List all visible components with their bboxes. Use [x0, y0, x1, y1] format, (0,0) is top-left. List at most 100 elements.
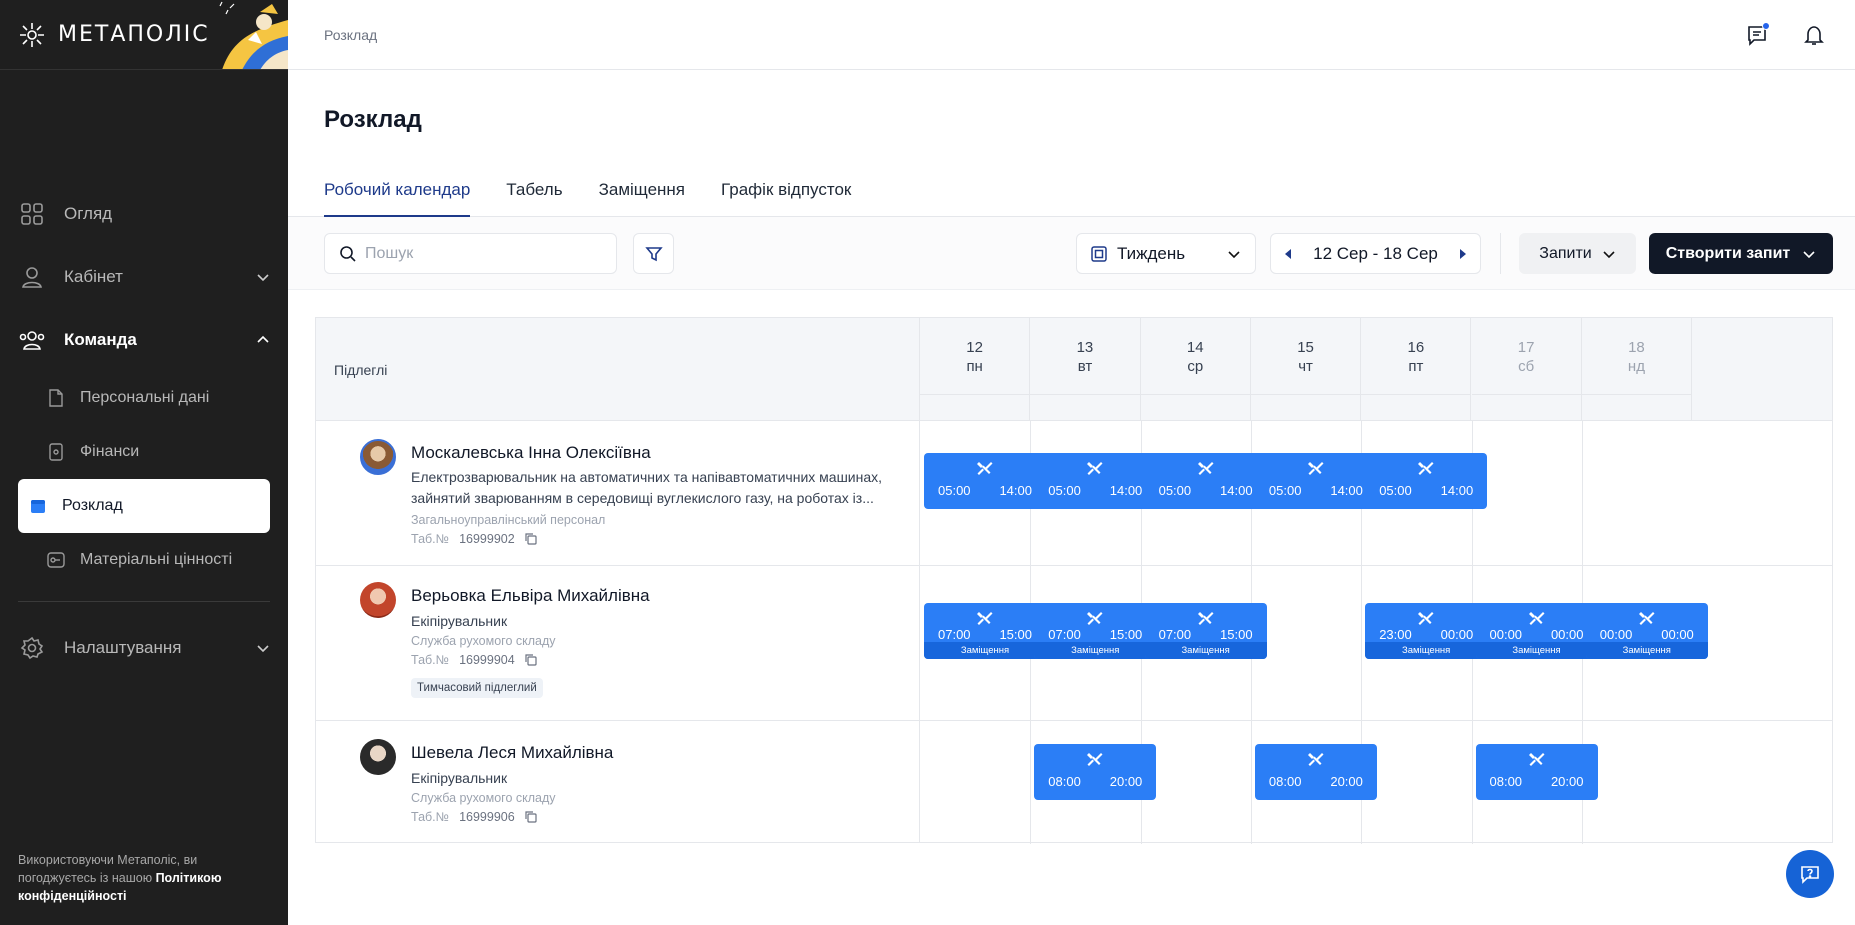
- tab-work-calendar[interactable]: Робочий календар: [324, 170, 471, 217]
- employee-department: Служба рухомого складу: [411, 791, 556, 805]
- employee-role: Екіпірувальник: [411, 770, 508, 786]
- tools-icon: [1365, 461, 1487, 480]
- sidebar-subitem-schedule[interactable]: Розклад: [18, 479, 270, 533]
- week-icon: [1091, 245, 1107, 262]
- wallet-icon: [46, 442, 66, 462]
- day-of-week: нд: [1627, 358, 1645, 375]
- header-strip: [920, 394, 1030, 395]
- copy-icon[interactable]: [525, 811, 537, 823]
- logo-text: МЕТАПОЛІС: [58, 22, 210, 47]
- requests-label: Запити: [1539, 244, 1592, 262]
- period-select[interactable]: Тиждень: [1076, 233, 1256, 274]
- tab-vacation-schedule[interactable]: Графік відпусток: [721, 170, 851, 217]
- sidebar-item-overview[interactable]: Огляд: [0, 182, 288, 245]
- copy-icon[interactable]: [525, 654, 537, 666]
- shift-end: 15:00: [999, 627, 1032, 642]
- filter-button[interactable]: [633, 233, 674, 274]
- tab-substitution[interactable]: Заміщення: [599, 170, 685, 217]
- create-request-label: Створити запит: [1665, 244, 1791, 262]
- day-number: 15: [1297, 339, 1314, 356]
- prev-arrow-icon[interactable]: [1283, 248, 1293, 260]
- substitution-label: Заміщення: [1034, 642, 1157, 659]
- shift-end: 15:00: [1109, 627, 1143, 642]
- shift-start: 08:00: [1489, 774, 1523, 789]
- employee-name[interactable]: Верьовка Ельвіра Михайлівна: [411, 586, 650, 606]
- shift-block[interactable]: 07:00 15:00 Заміщення: [1144, 603, 1267, 659]
- shift-block[interactable]: 05:00 14:00: [1144, 453, 1267, 509]
- shift-block[interactable]: 07:00 15:00 Заміщення: [924, 603, 1046, 659]
- notifications-button[interactable]: [1797, 18, 1831, 52]
- employee-tab-number: Таб.№ 16999904: [411, 653, 537, 667]
- requests-button[interactable]: Запити: [1519, 233, 1636, 274]
- sidebar-subitem-personal[interactable]: Персональні дані: [18, 371, 270, 425]
- key-icon: [46, 550, 66, 570]
- avatar[interactable]: [360, 582, 396, 618]
- copy-icon[interactable]: [525, 533, 537, 545]
- header-strip: [1250, 394, 1361, 395]
- toolbar: Тиждень 12 Сер - 18 Сер Запити Створити …: [288, 217, 1855, 290]
- day-header: 17 сб: [1471, 318, 1582, 421]
- day-number: 12: [966, 339, 983, 356]
- sidebar-subitem-label: Персональні дані: [80, 389, 210, 406]
- employee-name[interactable]: Шевела Леся Михайлівна: [411, 743, 613, 763]
- privacy-notice: Використовуючи Метаполіс, ви погоджуєтес…: [18, 851, 248, 905]
- shift-times: 08:00 20:00: [1476, 774, 1598, 789]
- shift-end: 14:00: [1330, 483, 1363, 498]
- calendar-icon: [28, 496, 48, 516]
- logo[interactable]: МЕТАПОЛІС: [0, 21, 210, 49]
- avatar[interactable]: [360, 739, 396, 775]
- create-request-button[interactable]: Створити запит: [1649, 233, 1833, 274]
- substitution-label: Заміщення: [1585, 642, 1708, 659]
- day-number: 17: [1517, 339, 1535, 356]
- sidebar-item-label: Команда: [64, 329, 137, 349]
- search-box: [324, 233, 617, 274]
- tabs: Робочий календар Табель Заміщення Графік…: [288, 170, 1855, 217]
- shift-block[interactable]: 05:00 14:00: [1365, 453, 1488, 509]
- shift-block[interactable]: 08:00 20:00: [1254, 744, 1377, 800]
- shift-times: 07:00 15:00: [1034, 627, 1156, 642]
- shift-block[interactable]: 08:00 20:00: [1475, 744, 1598, 800]
- shift-block[interactable]: 08:00 20:00: [1034, 744, 1157, 800]
- shift-end: 14:00: [1440, 483, 1474, 498]
- day-header: 15 чт: [1250, 318, 1362, 421]
- avatar[interactable]: [360, 439, 396, 475]
- shift-times: 00:00 00:00: [1586, 627, 1708, 642]
- employee-name[interactable]: Москалевська Інна Олексіївна: [411, 443, 651, 463]
- sidebar-subitem-assets[interactable]: Матеріальні цінності: [18, 533, 270, 587]
- tab-timesheet[interactable]: Табель: [506, 170, 562, 217]
- tools-icon: [924, 461, 1046, 480]
- next-arrow-icon[interactable]: [1458, 248, 1468, 260]
- shift-block[interactable]: 05:00 14:00: [1034, 453, 1157, 509]
- tab-number: 16999906: [459, 810, 515, 824]
- day-label: 18 нд: [1582, 338, 1691, 376]
- shift-block[interactable]: 23:00 00:00 Заміщення: [1365, 603, 1488, 659]
- shift-end: 20:00: [1550, 774, 1584, 789]
- search-icon: [340, 245, 356, 262]
- header-strip: [1471, 394, 1581, 395]
- chevron-down-icon: [1803, 250, 1815, 258]
- sidebar-subitem-finance[interactable]: Фінанси: [18, 425, 270, 479]
- shift-block[interactable]: 05:00 14:00: [924, 453, 1046, 509]
- shift-end: 00:00: [1440, 627, 1474, 642]
- sidebar-item-team[interactable]: Команда: [0, 308, 288, 371]
- sidebar-item-cabinet[interactable]: Кабінет: [0, 245, 288, 308]
- shift-block[interactable]: 00:00 00:00 Заміщення: [1475, 603, 1598, 659]
- help-button[interactable]: [1786, 850, 1834, 898]
- shift-block[interactable]: 05:00 14:00: [1254, 453, 1377, 509]
- shift-start: 05:00: [1158, 483, 1192, 498]
- sidebar-item-settings[interactable]: Налаштування: [0, 616, 288, 679]
- day-header: 18 нд: [1581, 318, 1693, 421]
- search-input[interactable]: [365, 244, 605, 263]
- shift-times: 00:00 00:00: [1476, 627, 1598, 642]
- grid-icon: [18, 200, 46, 228]
- messages-button[interactable]: [1741, 18, 1775, 52]
- employee-role: Екіпірувальник: [411, 613, 508, 629]
- shift-block[interactable]: 00:00 00:00 Заміщення: [1585, 603, 1708, 659]
- team-icon: [18, 326, 46, 354]
- sidebar-subitem-label: Розклад: [62, 497, 123, 514]
- shift-end: 00:00: [1550, 627, 1584, 642]
- shift-block[interactable]: 07:00 15:00 Заміщення: [1034, 603, 1157, 659]
- shift-end: 15:00: [1220, 627, 1253, 642]
- period-label: Тиждень: [1117, 243, 1186, 263]
- breadcrumb[interactable]: Розклад: [324, 27, 377, 43]
